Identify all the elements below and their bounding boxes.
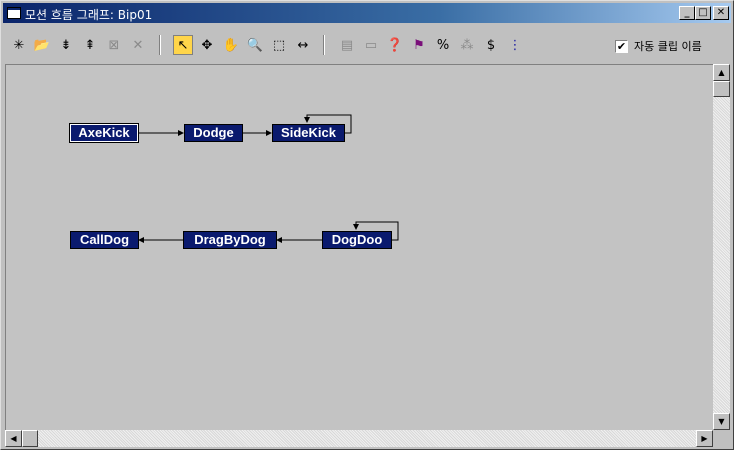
maximize-button[interactable]: □ [695, 6, 711, 20]
scroll-right-button[interactable]: ▶ [696, 430, 713, 447]
toolbar-separator [159, 35, 161, 55]
collapse-icon[interactable]: ▭ [361, 35, 381, 55]
pan-icon[interactable]: ✋ [221, 35, 241, 55]
auto-clip-names-option[interactable]: ✔ 자동 클립 이름 [615, 38, 702, 54]
select-icon[interactable]: ↖ [173, 35, 193, 55]
fit-icon[interactable]: ↔ [293, 35, 313, 55]
window-title: 모션 흐름 그래프: Bip01 [25, 8, 153, 22]
delete-icon[interactable]: ✕ [128, 35, 148, 55]
horizontal-scroll-thumb[interactable] [22, 430, 38, 447]
minimize-button[interactable]: _ [679, 6, 695, 20]
percent-icon[interactable]: % [433, 35, 453, 55]
create-transitions-icon[interactable]: ⇟ [56, 35, 76, 55]
toolbar-separator [323, 35, 325, 55]
motion-node-dogdoo[interactable]: DogDoo [322, 231, 392, 249]
motion-node-axekick[interactable]: AxeKick [69, 123, 139, 143]
vertical-scrollbar[interactable]: ▲ ▼ [713, 64, 730, 430]
motion-flow-graph-window: 모션 흐름 그래프: Bip01 _ □ ✕ ✳ 📂 ⇟ ⇞ ⊠ ✕ ↖ ✥ ✋… [0, 0, 734, 450]
motion-node-sidekick[interactable]: SideKick [272, 124, 345, 142]
toolbar: ✳ 📂 ⇟ ⇞ ⊠ ✕ ↖ ✥ ✋ 🔍 ⬚ ↔ ▤ ▭ ❓ ⚑ % ⁂ $ ⋮ … [3, 25, 731, 61]
close-button[interactable]: ✕ [713, 6, 729, 20]
set-start-icon[interactable]: ⚑ [409, 35, 429, 55]
auto-clip-names-checkbox[interactable]: ✔ [615, 39, 628, 53]
cost-icon[interactable]: $ [481, 35, 501, 55]
properties-icon[interactable]: ❓ [385, 35, 405, 55]
move-icon[interactable]: ✥ [197, 35, 217, 55]
motion-node-dodge[interactable]: Dodge [184, 124, 243, 142]
optimize-icon[interactable]: ⁂ [457, 35, 477, 55]
delete-selected-icon[interactable]: ⊠ [104, 35, 124, 55]
zoom-icon[interactable]: 🔍 [245, 35, 265, 55]
create-motion-icon[interactable]: ✳ [9, 35, 29, 55]
zoom-region-icon[interactable]: ⬚ [269, 35, 289, 55]
vertical-scroll-thumb[interactable] [713, 81, 730, 97]
motion-node-calldog[interactable]: CallDog [70, 231, 139, 249]
scroll-down-button[interactable]: ▼ [713, 413, 730, 430]
scroll-up-button[interactable]: ▲ [713, 64, 730, 81]
show-scripts-icon[interactable]: ▤ [337, 35, 357, 55]
load-files-icon[interactable]: 📂 [32, 35, 52, 55]
horizontal-scrollbar[interactable]: ◀ ▶ [5, 430, 713, 447]
window-icon [7, 7, 21, 19]
auto-clip-names-label: 자동 클립 이름 [634, 40, 702, 53]
graph-canvas[interactable]: AxeKick Dodge SideKick CallDog DragByDog… [5, 64, 713, 430]
scrollbar-corner [713, 430, 730, 447]
script-info-icon[interactable]: ⋮ [505, 35, 525, 55]
create-random-transitions-icon[interactable]: ⇞ [80, 35, 100, 55]
scroll-left-button[interactable]: ◀ [5, 430, 22, 447]
motion-node-dragbydog[interactable]: DragByDog [183, 231, 277, 249]
title-bar[interactable]: 모션 흐름 그래프: Bip01 _ □ ✕ [3, 3, 731, 23]
